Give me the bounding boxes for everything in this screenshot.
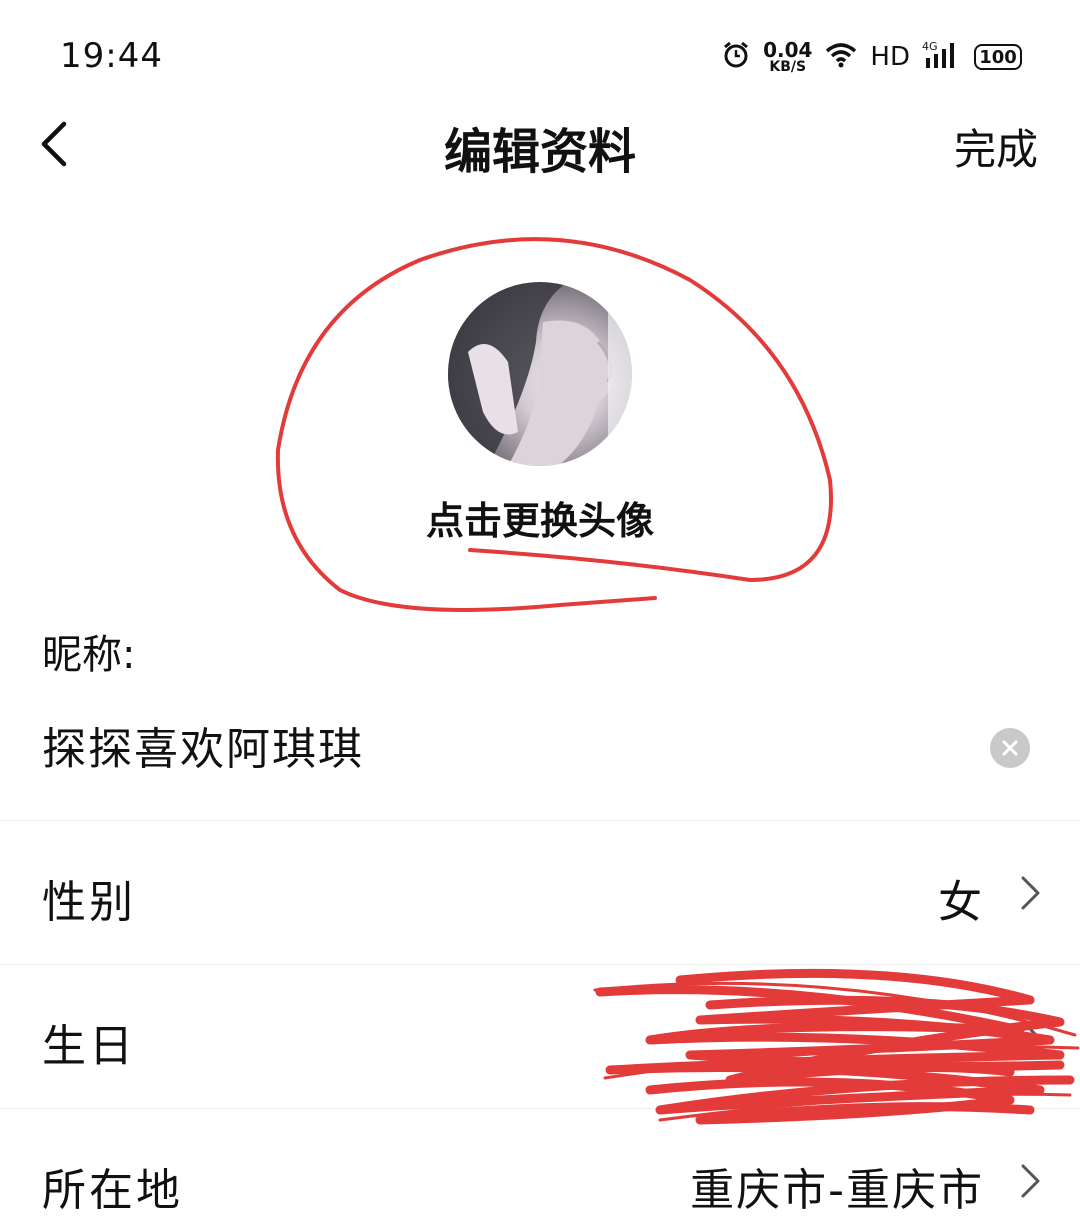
- signal-icon: 4G: [922, 40, 962, 74]
- nav-bar: 编辑资料 完成: [0, 100, 1080, 190]
- network-speed-unit: KB/S: [769, 59, 807, 75]
- status-bar: 19:44 0.04 KB/S HD 4G 100: [0, 0, 1080, 110]
- battery-icon: 100: [974, 44, 1022, 70]
- network-speed: 0.04 KB/S: [763, 40, 812, 74]
- chevron-right-icon: [1021, 876, 1040, 910]
- clear-button[interactable]: [990, 728, 1030, 768]
- svg-text:4G: 4G: [922, 40, 938, 53]
- avatar-section: 点击更换头像: [0, 220, 1080, 620]
- change-avatar-label[interactable]: 点击更换头像: [0, 490, 1080, 545]
- location-label: 所在地: [42, 1165, 183, 1216]
- divider: [0, 1108, 1080, 1109]
- gender-value: 女: [938, 877, 984, 928]
- alarm-icon: [721, 40, 751, 74]
- divider: [0, 964, 1080, 965]
- network-speed-value: 0.04: [763, 38, 813, 62]
- divider: [0, 820, 1080, 821]
- avatar[interactable]: [448, 282, 632, 466]
- avatar-portrait: [448, 282, 632, 466]
- birthday-row[interactable]: 生日: [0, 966, 1080, 1106]
- nickname-input[interactable]: [42, 710, 942, 780]
- status-icons: 0.04 KB/S HD 4G 100: [721, 36, 1022, 78]
- chevron-right-icon: [1021, 1164, 1040, 1198]
- location-value: 重庆市-重庆市: [690, 1165, 984, 1216]
- hd-indicator: HD: [870, 42, 910, 72]
- done-button[interactable]: 完成: [954, 116, 1038, 177]
- chevron-right-icon: [1021, 1020, 1040, 1054]
- page-title: 编辑资料: [443, 124, 636, 180]
- nickname-label: 昵称:: [42, 632, 136, 678]
- gender-row[interactable]: 性别 女: [0, 822, 1080, 962]
- wifi-icon: [824, 41, 858, 73]
- status-time: 19:44: [60, 36, 163, 76]
- birthday-label: 生日: [42, 1021, 136, 1072]
- location-row[interactable]: 所在地 重庆市-重庆市: [0, 1110, 1080, 1219]
- close-icon: [1002, 740, 1018, 756]
- nickname-row: [0, 690, 1080, 810]
- gender-label: 性别: [42, 877, 136, 928]
